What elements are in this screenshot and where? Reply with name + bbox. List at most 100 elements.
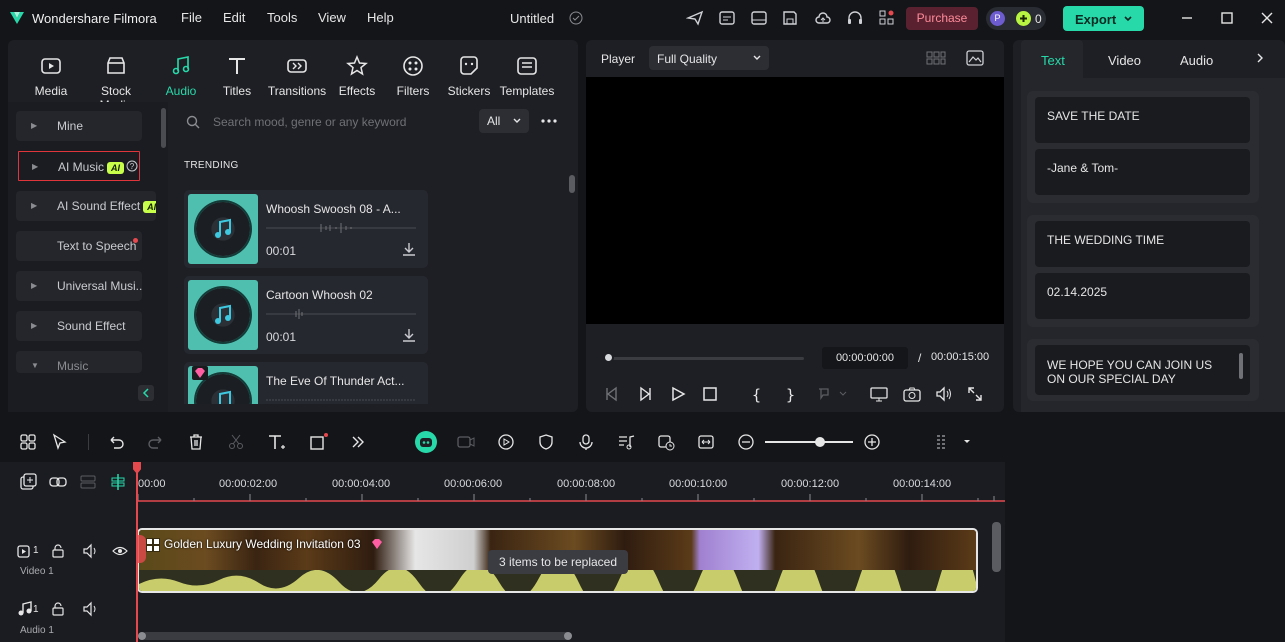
video-preview[interactable] bbox=[586, 77, 1004, 324]
apps-grid-icon[interactable] bbox=[878, 9, 896, 27]
zoom-slider-track[interactable] bbox=[765, 441, 853, 443]
clip-left-trim-handle[interactable] bbox=[136, 535, 146, 563]
grid-view-icon[interactable] bbox=[926, 51, 946, 65]
zoom-in-icon[interactable] bbox=[863, 433, 881, 451]
maximize-icon[interactable] bbox=[1219, 10, 1235, 26]
save-icon[interactable] bbox=[781, 9, 799, 27]
volume-icon[interactable] bbox=[935, 386, 953, 402]
download-icon[interactable] bbox=[402, 242, 416, 256]
menu-help[interactable]: Help bbox=[367, 10, 394, 25]
close-icon[interactable] bbox=[1259, 10, 1275, 26]
help-icon[interactable]: ? bbox=[126, 160, 138, 172]
fit-width-icon[interactable] bbox=[697, 433, 715, 451]
filter-select[interactable]: All bbox=[479, 109, 529, 133]
snap-magnet-icon[interactable] bbox=[109, 473, 127, 491]
layout-icon[interactable] bbox=[750, 9, 768, 27]
text-field-date[interactable]: 02.14.2025 bbox=[1035, 273, 1250, 319]
text-field-save-the-date[interactable]: SAVE THE DATE bbox=[1035, 97, 1250, 143]
audio-item[interactable]: The Eve Of Thunder Act... bbox=[184, 362, 428, 404]
layout-grid-icon[interactable] bbox=[19, 433, 37, 451]
play-icon[interactable] bbox=[670, 386, 686, 402]
timeline-vertical-scrollbar[interactable] bbox=[992, 522, 1001, 572]
audio-item[interactable]: Whoosh Swoosh 08 - A... 00:01 bbox=[184, 190, 428, 268]
camera-snapshot-icon[interactable] bbox=[903, 386, 921, 402]
tab-text[interactable]: Text bbox=[1041, 53, 1065, 68]
scrollbar-left-handle[interactable] bbox=[138, 632, 146, 640]
stop-icon[interactable] bbox=[702, 386, 718, 402]
collapse-sidebar-icon[interactable] bbox=[138, 385, 154, 401]
mute-track-icon[interactable] bbox=[82, 543, 98, 559]
display-monitor-icon[interactable] bbox=[870, 386, 888, 402]
sidebar-item-ai-music[interactable]: ▶ AI Music AI ? bbox=[18, 151, 140, 181]
add-track-icon[interactable] bbox=[19, 473, 37, 491]
zoom-slider-handle[interactable] bbox=[815, 437, 825, 447]
select-pointer-icon[interactable] bbox=[51, 433, 69, 451]
sidebar-item-sound-effect[interactable]: ▶ Sound Effect bbox=[16, 311, 142, 341]
menu-view[interactable]: View bbox=[318, 10, 346, 25]
audio-list-icon[interactable] bbox=[617, 433, 635, 451]
text-field-names[interactable]: -Jane & Tom- bbox=[1035, 149, 1250, 195]
tool-titles[interactable]: Titles bbox=[204, 54, 270, 98]
minimize-icon[interactable] bbox=[1179, 10, 1195, 26]
zoom-out-icon[interactable] bbox=[737, 433, 755, 451]
render-icon[interactable] bbox=[718, 9, 736, 27]
shield-mask-icon[interactable] bbox=[537, 433, 555, 451]
tool-templates[interactable]: Templates bbox=[494, 54, 560, 98]
previous-frame-icon[interactable] bbox=[604, 386, 620, 402]
purchase-button[interactable]: Purchase bbox=[906, 7, 978, 30]
more-options-icon[interactable] bbox=[540, 114, 558, 128]
eye-visibility-icon[interactable] bbox=[112, 543, 128, 559]
audio-item[interactable]: Cartoon Whoosh 02 00:01 bbox=[184, 276, 428, 354]
crop-box-icon[interactable] bbox=[309, 433, 328, 451]
tool-stickers[interactable]: Stickers bbox=[436, 54, 502, 98]
video-clip[interactable]: Golden Luxury Wedding Invitation 03 3 it… bbox=[137, 528, 978, 593]
timeline-horizontal-scrollbar[interactable] bbox=[138, 632, 572, 640]
tool-transitions[interactable]: Transitions bbox=[264, 54, 330, 98]
menu-file[interactable]: File bbox=[181, 10, 202, 25]
current-time-field[interactable]: 00:00:00:00 bbox=[822, 347, 908, 369]
sidebar-item-ai-sound-effect[interactable]: ▶ AI Sound Effect AI bbox=[16, 191, 156, 221]
tool-media[interactable]: Media bbox=[18, 54, 84, 98]
speed-play-icon[interactable] bbox=[497, 433, 515, 451]
redo-icon[interactable] bbox=[147, 433, 165, 451]
export-button[interactable]: Export bbox=[1063, 6, 1144, 31]
image-clock-icon[interactable] bbox=[657, 433, 675, 451]
fullscreen-icon[interactable] bbox=[967, 386, 983, 402]
tab-video[interactable]: Video bbox=[1108, 53, 1141, 68]
microphone-icon[interactable] bbox=[577, 433, 595, 451]
headset-icon[interactable] bbox=[846, 9, 864, 27]
marker-dropdown-icon[interactable] bbox=[816, 386, 848, 402]
text-field-wedding-time[interactable]: THE WEDDING TIME bbox=[1035, 221, 1250, 267]
mark-in-icon[interactable]: { bbox=[752, 386, 766, 404]
track-layout-menu-icon[interactable] bbox=[935, 433, 971, 451]
link-clips-icon[interactable] bbox=[49, 473, 67, 491]
track-manager-icon[interactable] bbox=[79, 473, 97, 491]
delete-icon[interactable] bbox=[187, 433, 205, 451]
lock-track-icon[interactable] bbox=[50, 601, 66, 617]
download-icon[interactable] bbox=[402, 328, 416, 342]
chevron-down-icon[interactable] bbox=[1123, 14, 1133, 24]
send-icon[interactable] bbox=[686, 9, 704, 27]
snapshot-image-icon[interactable] bbox=[966, 50, 984, 66]
timeline-ruler[interactable] bbox=[136, 490, 1005, 502]
playback-progress-track[interactable] bbox=[608, 357, 804, 360]
lock-track-icon[interactable] bbox=[50, 543, 66, 559]
audio-list-scrollbar[interactable] bbox=[569, 175, 575, 193]
sidebar-item-music[interactable]: ▼ Music bbox=[16, 351, 142, 373]
sidebar-item-mine[interactable]: ▶ Mine bbox=[16, 111, 142, 141]
playback-scrubber-handle[interactable] bbox=[603, 352, 614, 363]
quality-select[interactable]: Full Quality bbox=[649, 46, 769, 70]
next-frame-icon[interactable] bbox=[637, 386, 653, 402]
menu-tools[interactable]: Tools bbox=[267, 10, 297, 25]
mark-out-icon[interactable]: } bbox=[786, 386, 800, 404]
text-field-join-us[interactable]: WE HOPE YOU CAN JOIN US ON OUR SPECIAL D… bbox=[1035, 345, 1250, 395]
cut-scissors-icon[interactable] bbox=[227, 433, 245, 451]
menu-edit[interactable]: Edit bbox=[223, 10, 245, 25]
scrollbar-right-handle[interactable] bbox=[564, 632, 572, 640]
sidebar-item-universal-music[interactable]: ▶ Universal Musi... bbox=[16, 271, 142, 301]
sidebar-item-text-to-speech[interactable]: Text to Speech bbox=[16, 231, 142, 261]
tab-audio[interactable]: Audio bbox=[1180, 53, 1213, 68]
undo-icon[interactable] bbox=[107, 433, 125, 451]
text-tool-icon[interactable] bbox=[267, 433, 285, 451]
chevron-right-icon[interactable] bbox=[1254, 52, 1266, 64]
